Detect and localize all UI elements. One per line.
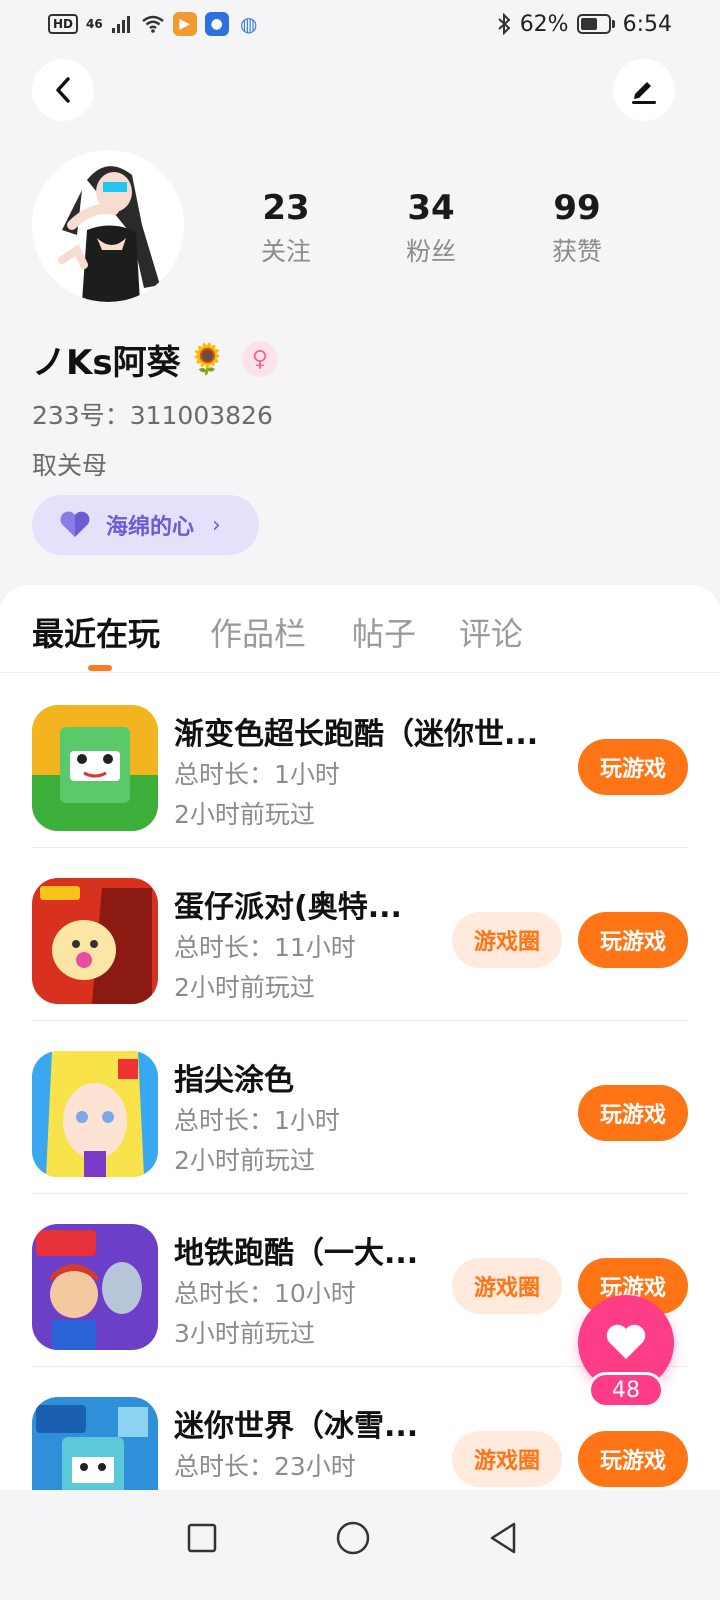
chevron-left-icon — [56, 77, 70, 103]
game-icon[interactable] — [32, 1051, 158, 1177]
tab-comments[interactable]: 评论 — [459, 609, 523, 655]
bulb-app-icon: ● — [204, 12, 229, 36]
tab-indicator — [88, 665, 112, 671]
game-artwork — [32, 1397, 158, 1490]
tab-posts[interactable]: 帖子 — [352, 609, 416, 655]
game-duration: 总时长：23小时 — [174, 1452, 356, 1481]
hd-indicator: HD — [48, 14, 79, 34]
stat-likes[interactable]: 99 获赞 — [517, 186, 637, 268]
heart-icon — [60, 511, 90, 537]
tab-works[interactable]: 作品栏 — [210, 609, 306, 655]
bio: 取关母 — [32, 451, 108, 480]
game-artwork — [32, 705, 158, 831]
game-title: 渐变色超长跑酷（迷你世... — [174, 717, 539, 752]
network-type: 46 — [86, 17, 103, 31]
game-row[interactable]: 渐变色超长跑酷（迷你世... 总时长：1小时 2小时前玩过 玩游戏 — [32, 675, 688, 848]
play-button[interactable]: 玩游戏 — [578, 912, 688, 968]
tab-recently-played[interactable]: 最近在玩 — [32, 609, 160, 655]
back-button[interactable] — [32, 59, 94, 121]
triangle-back-icon — [490, 1522, 516, 1554]
recent-apps-button[interactable] — [172, 1508, 232, 1568]
play-button[interactable]: 玩游戏 — [578, 739, 688, 795]
game-row[interactable]: 蛋仔派对(奥特... 总时长：11小时 2小时前玩过 游戏圈 玩游戏 — [32, 848, 688, 1021]
pen-icon — [632, 82, 656, 104]
home-button[interactable] — [323, 1508, 383, 1568]
badge-label: 海绵的心 — [106, 515, 195, 540]
game-duration: 总时长：1小时 — [174, 760, 340, 789]
female-icon: ♀ — [241, 341, 278, 377]
battery-icon — [576, 14, 615, 34]
game-duration: 总时长：11小时 — [174, 933, 356, 962]
game-last-played: 2小时前玩过 — [174, 800, 315, 829]
signal-icon — [111, 16, 130, 33]
game-last-played: 3小时前玩过 — [174, 1319, 315, 1348]
likes-count: 99 — [553, 188, 601, 228]
fans-count: 34 — [407, 188, 455, 228]
play-button[interactable]: 玩游戏 — [578, 1085, 688, 1141]
clock: 6:54 — [622, 11, 672, 37]
fans-label: 粉丝 — [405, 237, 456, 266]
username: ノKs阿葵 — [32, 342, 181, 383]
back-nav-button[interactable] — [473, 1508, 533, 1568]
battery-percent: 62% — [519, 11, 569, 37]
game-icon[interactable] — [32, 1397, 158, 1490]
play-button[interactable]: 玩游戏 — [578, 1431, 688, 1487]
system-nav-bar — [0, 1490, 720, 1600]
game-icon[interactable] — [32, 705, 158, 831]
following-count: 23 — [262, 188, 310, 228]
game-circle-button[interactable]: 游戏圈 — [452, 1258, 562, 1314]
user-id: 233号：311003826 — [32, 401, 273, 430]
game-circle-button[interactable]: 游戏圈 — [452, 912, 562, 968]
edit-profile-button[interactable] — [613, 59, 675, 121]
square-icon — [187, 1523, 217, 1553]
status-bar: HD 46 ▶ ● ◍ 62% 6:54 — [0, 0, 720, 48]
profile-stats: 23 关注 34 粉丝 99 获赞 — [0, 186, 720, 276]
likes-label: 获赞 — [551, 237, 602, 266]
wifi-icon — [141, 15, 164, 33]
stat-fans[interactable]: 34 粉丝 — [371, 186, 491, 268]
browser-app-icon: ◍ — [239, 12, 258, 36]
game-row[interactable]: 指尖涂色 总时长：1小时 2小时前玩过 玩游戏 — [32, 1021, 688, 1194]
game-duration: 总时长：10小时 — [174, 1279, 356, 1308]
bluetooth-icon — [498, 13, 511, 35]
circle-icon — [336, 1521, 370, 1555]
game-icon[interactable] — [32, 878, 158, 1004]
game-artwork — [32, 1224, 158, 1350]
game-duration: 总时长：1小时 — [174, 1106, 340, 1135]
game-circle-button[interactable]: 游戏圈 — [452, 1431, 562, 1487]
status-right: 62% 6:54 — [496, 12, 672, 37]
video-app-icon: ▶ — [172, 12, 197, 36]
game-last-played: 2小时前玩过 — [174, 1146, 315, 1175]
badge-pill[interactable]: 海绵的心 › — [32, 495, 259, 555]
following-label: 关注 — [260, 237, 311, 266]
game-last-played: 2小时前玩过 — [174, 973, 315, 1002]
username-row: ノKs阿葵 🌻 ♀ — [32, 334, 278, 384]
stat-following[interactable]: 23 关注 — [226, 186, 346, 268]
game-artwork — [32, 878, 158, 1004]
sunflower-icon: 🌻 — [188, 341, 226, 377]
game-icon[interactable] — [32, 1224, 158, 1350]
status-left: HD 46 ▶ ● ◍ — [48, 12, 261, 36]
game-artwork — [32, 1051, 158, 1177]
tab-bar: 最近在玩 作品栏 帖子 评论 — [0, 585, 720, 673]
chevron-right-icon: › — [212, 512, 221, 538]
like-count: 48 — [588, 1372, 664, 1408]
game-title: 指尖涂色 — [174, 1063, 294, 1098]
heart-icon — [606, 1324, 646, 1359]
